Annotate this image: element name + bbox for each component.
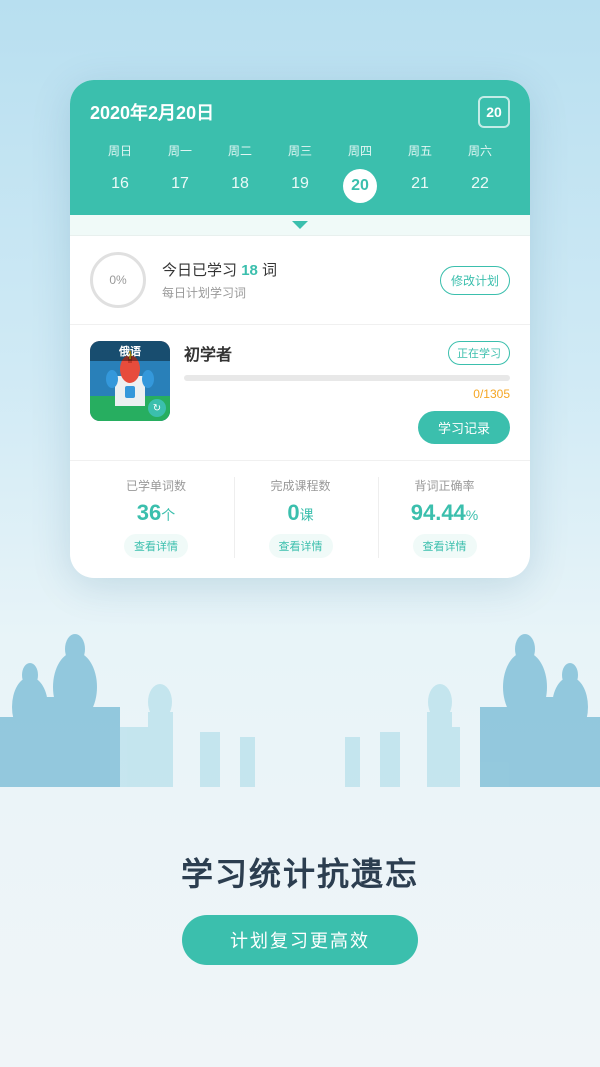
daily-section: 0% 今日已学习 18 词 每日计划学习词 修改计划 <box>70 236 530 325</box>
weekday-fri: 周五 <box>390 140 450 161</box>
date-17[interactable]: 17 <box>150 169 210 203</box>
stat-courses-value: 0课 <box>235 500 366 526</box>
weekday-sat: 周六 <box>450 140 510 161</box>
course-name: 初学者 <box>184 341 232 365</box>
studying-badge: 正在学习 <box>448 341 510 365</box>
stat-courses-label: 完成课程数 <box>235 477 366 494</box>
calendar-icon[interactable]: 20 <box>478 96 510 128</box>
date-22[interactable]: 22 <box>450 169 510 203</box>
course-title-row: 初学者 正在学习 <box>184 341 510 365</box>
weekday-mon: 周一 <box>150 140 210 161</box>
calendar-header: 2020年2月20日 20 周日 周一 周二 周三 周四 周五 周六 16 17… <box>70 80 530 215</box>
svg-text:俄语: 俄语 <box>118 344 141 358</box>
stat-words-detail-button[interactable]: 查看详情 <box>124 534 188 558</box>
course-info: 初学者 正在学习 0/1305 学习记录 <box>184 341 510 444</box>
date-19[interactable]: 19 <box>270 169 330 203</box>
study-record-button[interactable]: 学习记录 <box>418 411 510 444</box>
daily-word-count: 18 <box>241 262 258 279</box>
course-section: 俄语 ↻ 初学者 正在学习 0/1305 学习记录 <box>70 325 530 461</box>
modify-plan-button[interactable]: 修改计划 <box>440 266 510 295</box>
daily-prefix: 今日已学习 <box>162 262 237 279</box>
stat-words: 已学单词数 36个 查看详情 <box>90 477 222 558</box>
weekday-row: 周日 周一 周二 周三 周四 周五 周六 <box>90 140 510 161</box>
chevron-down-icon <box>292 221 308 229</box>
weekday-tue: 周二 <box>210 140 270 161</box>
sub-slogan-button[interactable]: 计划复习更高效 <box>182 915 418 965</box>
date-row: 16 17 18 19 20 21 22 <box>90 169 510 215</box>
date-16[interactable]: 16 <box>90 169 150 203</box>
daily-subtitle: 每日计划学习词 <box>162 284 424 301</box>
daily-title: 今日已学习 18 词 <box>162 259 424 280</box>
stat-words-number: 36 <box>137 500 161 525</box>
weekday-thu: 周四 <box>330 140 390 161</box>
date-21[interactable]: 21 <box>390 169 450 203</box>
main-card: 2020年2月20日 20 周日 周一 周二 周三 周四 周五 周六 16 17… <box>70 80 530 578</box>
stat-words-unit: 个 <box>161 507 175 523</box>
stat-accuracy-value: 94.44% <box>379 500 510 526</box>
calendar-title: 2020年2月20日 <box>90 99 214 125</box>
stat-courses-unit: 课 <box>300 507 314 523</box>
stat-words-label: 已学单词数 <box>90 477 222 494</box>
bottom-section: 学习统计抗遗忘 计划复习更高效 <box>0 747 600 1067</box>
progress-circle: 0% <box>90 252 146 308</box>
stat-accuracy-detail-button[interactable]: 查看详情 <box>413 534 477 558</box>
calendar-collapse-row[interactable] <box>70 215 530 236</box>
daily-word-unit: 词 <box>262 262 277 279</box>
refresh-icon: ↻ <box>148 399 166 417</box>
progress-label: 0% <box>109 273 126 287</box>
course-progress-count: 0/1305 <box>184 387 510 401</box>
daily-info: 今日已学习 18 词 每日计划学习词 <box>162 259 424 301</box>
stat-courses: 完成课程数 0课 查看详情 <box>234 477 366 558</box>
stat-accuracy: 背词正确率 94.44% 查看详情 <box>378 477 510 558</box>
course-progress-bar <box>184 375 510 381</box>
stat-accuracy-number: 94.44 <box>411 500 466 525</box>
stat-courses-detail-button[interactable]: 查看详情 <box>269 534 333 558</box>
stat-accuracy-label: 背词正确率 <box>379 477 510 494</box>
calendar-title-row: 2020年2月20日 20 <box>90 96 510 128</box>
course-card: 俄语 ↻ 初学者 正在学习 0/1305 学习记录 <box>90 341 510 444</box>
weekday-sun: 周日 <box>90 140 150 161</box>
weekday-wed: 周三 <box>270 140 330 161</box>
stat-accuracy-unit: % <box>466 507 478 523</box>
main-slogan: 学习统计抗遗忘 <box>181 849 419 895</box>
date-20-active[interactable]: 20 <box>343 169 377 203</box>
course-thumbnail: 俄语 ↻ <box>90 341 170 421</box>
stat-courses-number: 0 <box>287 500 299 525</box>
date-18[interactable]: 18 <box>210 169 270 203</box>
stat-words-value: 36个 <box>90 500 222 526</box>
stats-section: 已学单词数 36个 查看详情 完成课程数 0课 查看详情 背词正确率 94.44… <box>70 461 530 578</box>
